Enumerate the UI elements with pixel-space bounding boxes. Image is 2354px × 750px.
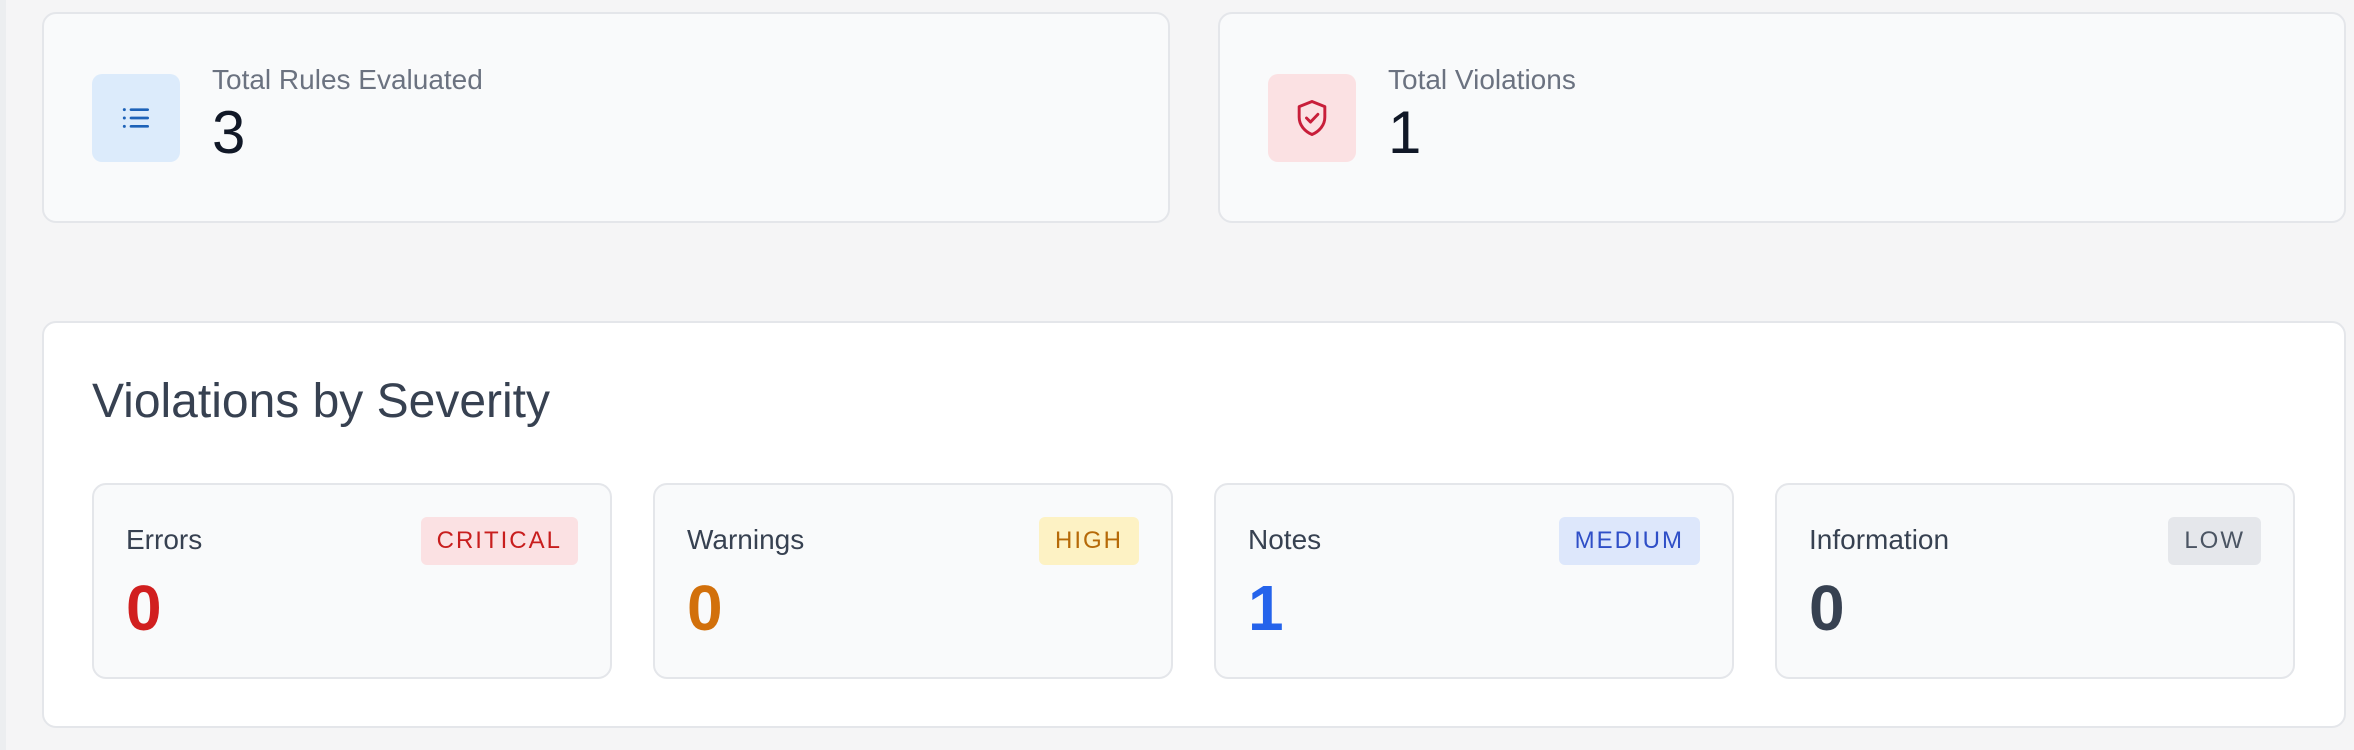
severity-badge-critical: CRITICAL bbox=[420, 517, 578, 565]
severity-badge-medium: MEDIUM bbox=[1558, 517, 1700, 565]
total-rules-value: 3 bbox=[212, 99, 246, 167]
severity-label-errors: Errors bbox=[126, 524, 203, 555]
severity-badge-high: HIGH bbox=[1039, 517, 1139, 565]
total-violations-label: Total Violations bbox=[1388, 63, 1576, 95]
severity-card-errors: Errors CRITICAL 0 bbox=[92, 483, 612, 679]
list-icon bbox=[92, 73, 180, 162]
severity-value-notes: 1 bbox=[1248, 572, 1284, 644]
dashboard-page: Total Rules Evaluated 3 Total Violations… bbox=[0, 0, 2354, 750]
severity-label-notes: Notes bbox=[1248, 524, 1322, 555]
severity-label-warnings: Warnings bbox=[687, 524, 805, 555]
severity-value-information: 0 bbox=[1809, 572, 1845, 644]
total-rules-label: Total Rules Evaluated bbox=[212, 63, 483, 95]
total-violations-value: 1 bbox=[1388, 99, 1422, 167]
severity-label-information: Information bbox=[1809, 524, 1950, 555]
severity-badge-low: LOW bbox=[2168, 517, 2261, 565]
shield-check-icon bbox=[1268, 73, 1356, 162]
severity-card-information: Information LOW 0 bbox=[1775, 483, 2295, 679]
total-violations-card: Total Violations 1 bbox=[1218, 12, 2346, 223]
violations-by-severity-panel: Violations by Severity Errors CRITICAL 0… bbox=[42, 321, 2346, 728]
severity-card-notes: Notes MEDIUM 1 bbox=[1214, 483, 1734, 679]
severity-panel-title: Violations by Severity bbox=[92, 375, 551, 428]
severity-value-errors: 0 bbox=[126, 572, 162, 644]
severity-value-warnings: 0 bbox=[687, 572, 723, 644]
severity-card-warnings: Warnings HIGH 0 bbox=[653, 483, 1173, 679]
total-rules-card: Total Rules Evaluated 3 bbox=[42, 12, 1170, 223]
